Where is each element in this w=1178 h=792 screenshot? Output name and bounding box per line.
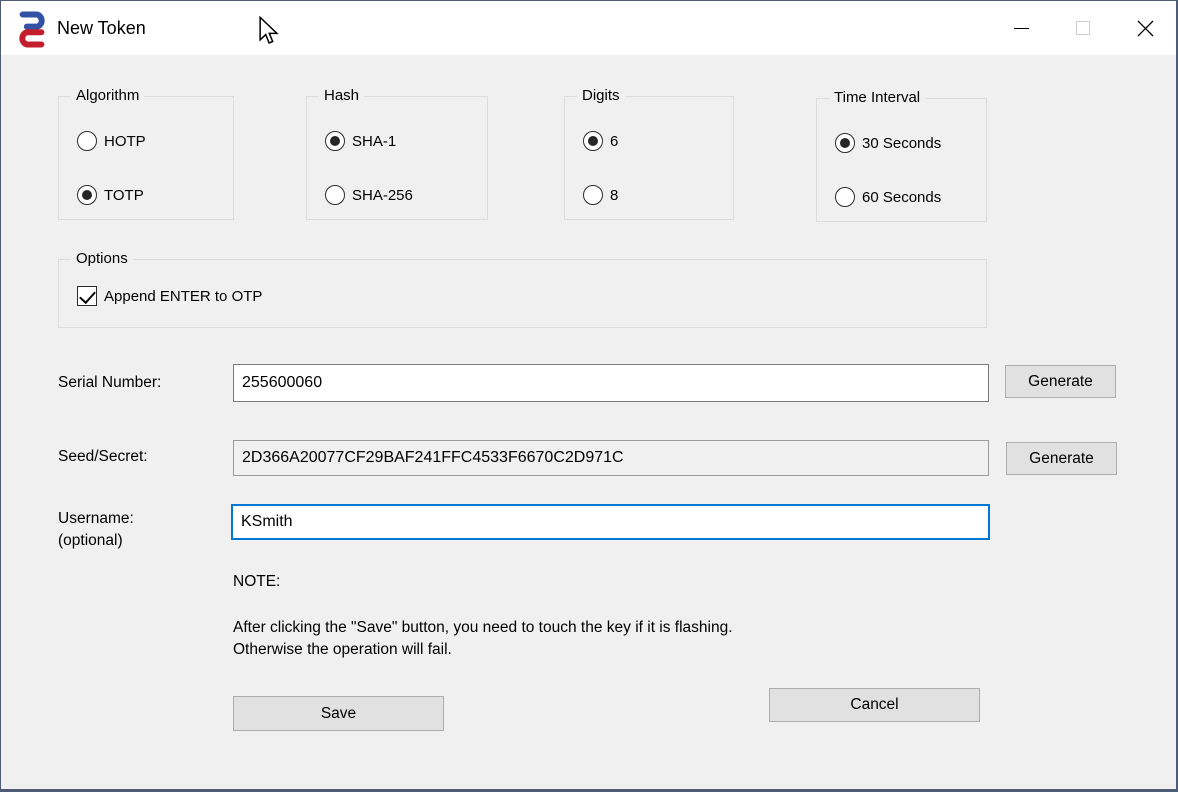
maximize-icon: [1076, 21, 1090, 35]
append-enter-checkbox-row[interactable]: Append ENTER to OTP: [77, 286, 262, 306]
algorithm-group: Algorithm HOTP TOTP: [58, 96, 234, 220]
username-input[interactable]: [231, 504, 990, 540]
radio-digits-8-icon[interactable]: [583, 185, 603, 205]
radio-hotp[interactable]: HOTP: [77, 131, 146, 151]
radio-60-seconds-icon[interactable]: [835, 187, 855, 207]
radio-digits-6-icon[interactable]: [583, 131, 603, 151]
hash-group: Hash SHA-1 SHA-256: [306, 96, 488, 220]
mouse-cursor: [257, 16, 281, 51]
radio-totp-icon[interactable]: [77, 185, 97, 205]
radio-digits-6-label: 6: [610, 133, 618, 150]
time-interval-group-label: Time Interval: [829, 89, 925, 106]
time-interval-group: Time Interval 30 Seconds 60 Seconds: [816, 98, 987, 222]
digits-group: Digits 6 8: [564, 96, 734, 220]
app-logo-icon: [17, 10, 47, 53]
seed-secret-input[interactable]: [233, 440, 989, 476]
serial-number-label: Serial Number:: [58, 374, 161, 392]
note-heading: NOTE:: [233, 573, 280, 591]
radio-totp-label: TOTP: [104, 187, 144, 204]
minimize-icon: [1014, 28, 1029, 29]
cancel-button[interactable]: Cancel: [769, 688, 980, 722]
radio-sha256-label: SHA-256: [352, 187, 413, 204]
save-button[interactable]: Save: [233, 696, 444, 731]
window-title: New Token: [57, 1, 146, 55]
radio-hotp-icon[interactable]: [77, 131, 97, 151]
algorithm-group-label: Algorithm: [71, 87, 144, 104]
window-controls: [990, 1, 1176, 55]
append-enter-checkbox[interactable]: [77, 286, 97, 306]
radio-hotp-label: HOTP: [104, 133, 146, 150]
radio-sha1-label: SHA-1: [352, 133, 396, 150]
radio-60-seconds-label: 60 Seconds: [862, 189, 941, 206]
minimize-button[interactable]: [990, 1, 1052, 55]
serial-number-input[interactable]: [233, 364, 989, 402]
radio-sha256-icon[interactable]: [325, 185, 345, 205]
hash-group-label: Hash: [319, 87, 364, 104]
generate-serial-button[interactable]: Generate: [1005, 365, 1116, 398]
radio-30-seconds[interactable]: 30 Seconds: [835, 133, 941, 153]
note-text: After clicking the "Save" button, you ne…: [233, 617, 933, 661]
close-button[interactable]: [1114, 1, 1176, 55]
radio-60-seconds[interactable]: 60 Seconds: [835, 187, 941, 207]
radio-30-seconds-label: 30 Seconds: [862, 135, 941, 152]
username-label: Username:: [58, 510, 134, 528]
generate-seed-button[interactable]: Generate: [1006, 442, 1117, 475]
radio-digits-8-label: 8: [610, 187, 618, 204]
new-token-dialog: New Token Algorithm HOTP: [0, 0, 1178, 792]
options-group: Options Append ENTER to OTP: [58, 259, 987, 328]
radio-digits-6[interactable]: 6: [583, 131, 618, 151]
options-group-label: Options: [71, 250, 133, 267]
digits-group-label: Digits: [577, 87, 625, 104]
radio-sha1[interactable]: SHA-1: [325, 131, 396, 151]
radio-30-seconds-icon[interactable]: [835, 133, 855, 153]
radio-sha256[interactable]: SHA-256: [325, 185, 413, 205]
maximize-button[interactable]: [1052, 1, 1114, 55]
title-bar: New Token: [1, 1, 1176, 55]
radio-digits-8[interactable]: 8: [583, 185, 618, 205]
seed-secret-label: Seed/Secret:: [58, 448, 148, 466]
username-optional-label: (optional): [58, 532, 123, 550]
close-icon: [1137, 20, 1154, 37]
radio-sha1-icon[interactable]: [325, 131, 345, 151]
append-enter-label: Append ENTER to OTP: [104, 288, 262, 305]
radio-totp[interactable]: TOTP: [77, 185, 144, 205]
